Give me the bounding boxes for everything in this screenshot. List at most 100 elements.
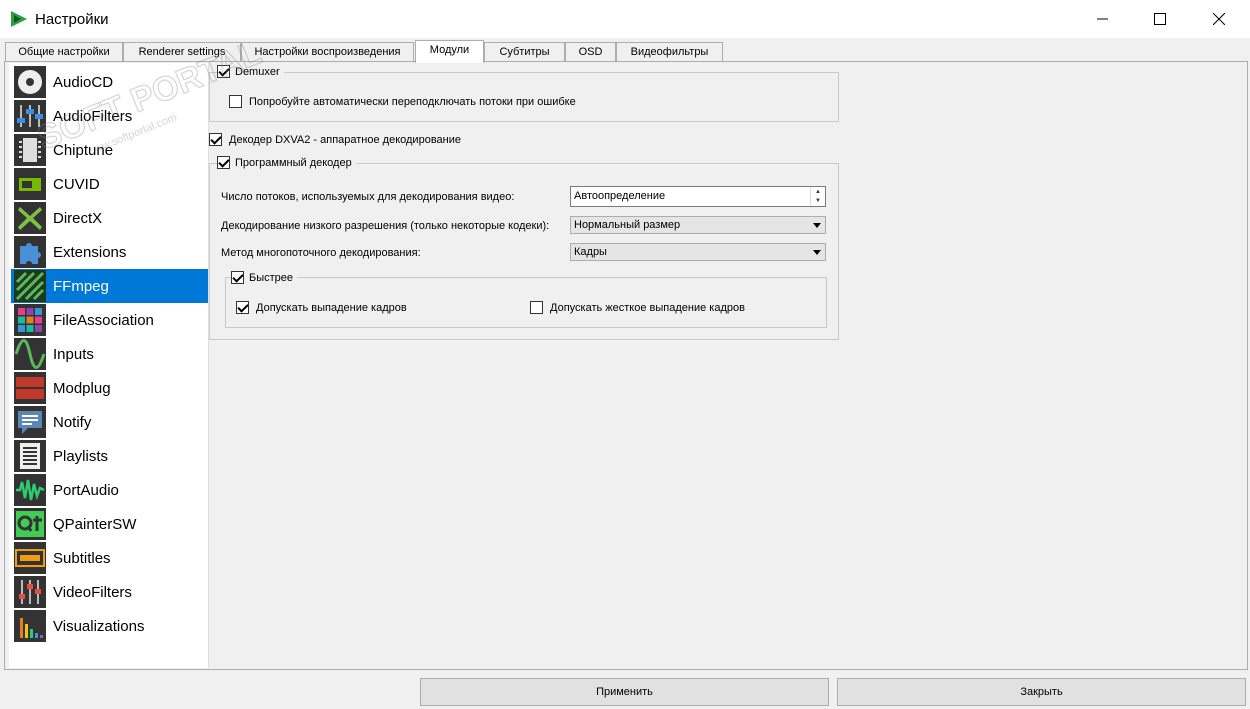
sidebar-item-notify[interactable]: Notify [11, 405, 208, 439]
sidebar-item-label: AudioCD [53, 73, 114, 91]
close-icon [1213, 13, 1225, 25]
faster-label: Быстрее [249, 271, 294, 284]
tab-renderer[interactable]: Renderer settings [123, 42, 241, 62]
sidebar-item-label: Visualizations [53, 617, 145, 635]
sidebar-item-label: CUVID [53, 175, 100, 193]
sidebar-item-label: Extensions [53, 243, 127, 261]
notify-icon [14, 406, 46, 438]
allow-hard-drop-row[interactable]: Допускать жесткое выпадение кадров [530, 301, 745, 314]
sidebar-item-chiptune[interactable]: Chiptune [11, 133, 208, 167]
auto-switch-label: Попробуйте автоматически переподключать … [249, 95, 576, 108]
sidebar-item-label: FFmpeg [53, 277, 109, 295]
apply-button[interactable]: Применить [420, 678, 829, 706]
tab-videofilters[interactable]: Видеофильтры [616, 42, 723, 62]
allow-drop-label: Допускать выпадение кадров [256, 301, 407, 314]
maximize-icon [1154, 13, 1166, 25]
portaudio-icon [14, 474, 46, 506]
auto-switch-row[interactable]: Попробуйте автоматически переподключать … [229, 95, 576, 108]
sidebar-item-cuvid[interactable]: CUVID [11, 167, 208, 201]
faster-checkbox[interactable] [231, 271, 244, 284]
sidebar-item-label: Notify [53, 413, 92, 431]
modules-list[interactable]: AudioCD AudioFilters Chiptune CUVID Dire… [9, 63, 209, 668]
lowres-combobox[interactable]: Нормальный размер [570, 216, 826, 234]
demuxer-group-title: Demuxer [217, 65, 284, 78]
fileassociation-icon [14, 304, 46, 336]
sidebar-item-label: DirectX [53, 209, 103, 227]
allow-hard-drop-checkbox[interactable] [530, 301, 543, 314]
sidebar-item-fileassociation[interactable]: FileAssociation [11, 303, 208, 337]
lowres-label: Декодирование низкого разрешения (только… [221, 220, 550, 232]
software-decoder-group-title: Программный декодер [217, 156, 356, 169]
sidebar-item-portaudio[interactable]: PortAudio [11, 473, 208, 507]
spin-up-icon[interactable]: ▲ [811, 187, 825, 196]
minimize-icon [1097, 18, 1108, 20]
playlists-icon [14, 440, 46, 472]
threads-spin-arrows[interactable]: ▲ ▼ [810, 187, 825, 206]
sidebar-item-ffmpeg[interactable]: FFmpeg [11, 269, 208, 303]
tab-subtitles[interactable]: Субтитры [484, 42, 565, 62]
window-title: Настройки [35, 11, 109, 28]
sidebar-item-audiofilters[interactable]: AudioFilters [11, 99, 208, 133]
videofilters-icon [14, 576, 46, 608]
extensions-icon [14, 236, 46, 268]
sidebar-item-inputs[interactable]: Inputs [11, 337, 208, 371]
chevron-down-icon [813, 223, 821, 228]
sidebar-item-audiocd[interactable]: AudioCD [11, 65, 208, 99]
sidebar-item-videofilters[interactable]: VideoFilters [11, 575, 208, 609]
dxva2-label: Декодер DXVA2 - аппаратное декодирование [229, 133, 461, 146]
chiptune-icon [14, 134, 46, 166]
ffmpeg-icon [14, 270, 46, 302]
demuxer-label: Demuxer [235, 65, 280, 78]
minimize-button[interactable] [1080, 0, 1126, 38]
tab-playback[interactable]: Настройки воспроизведения [241, 42, 414, 62]
sidebar-item-label: QPainterSW [53, 515, 137, 533]
sidebar-item-label: Modplug [53, 379, 111, 397]
sidebar-item-label: FileAssociation [53, 311, 154, 329]
inputs-icon [14, 338, 46, 370]
sidebar-item-label: Subtitles [53, 549, 111, 567]
close-window-button[interactable] [1196, 0, 1242, 38]
dxva2-row[interactable]: Декодер DXVA2 - аппаратное декодирование [209, 133, 461, 146]
demuxer-checkbox[interactable] [217, 65, 230, 78]
faster-group-title: Быстрее [231, 271, 298, 284]
threads-spinbox[interactable]: Автоопределение ▲ ▼ [570, 186, 826, 207]
qpaintersw-icon [14, 508, 46, 540]
method-combobox[interactable]: Кадры [570, 243, 826, 261]
sidebar-item-playlists[interactable]: Playlists [11, 439, 208, 473]
directx-icon [14, 202, 46, 234]
visualizations-icon [14, 610, 46, 642]
spin-down-icon[interactable]: ▼ [811, 196, 825, 205]
sidebar-item-label: PortAudio [53, 481, 119, 499]
sidebar-item-directx[interactable]: DirectX [11, 201, 208, 235]
dxva2-checkbox[interactable] [209, 133, 222, 146]
method-value: Кадры [574, 246, 607, 258]
lowres-value: Нормальный размер [574, 219, 681, 231]
subtitles-icon [14, 542, 46, 574]
threads-value: Автоопределение [574, 190, 666, 202]
software-decoder-label: Программный декодер [235, 156, 352, 169]
title-bar: Настройки [0, 0, 1250, 38]
sidebar-item-subtitles[interactable]: Subtitles [11, 541, 208, 575]
sidebar-item-modplug[interactable]: Modplug [11, 371, 208, 405]
audiofilters-icon [14, 100, 46, 132]
method-label: Метод многопоточного декодирования: [221, 247, 421, 259]
maximize-button[interactable] [1137, 0, 1183, 38]
allow-drop-row[interactable]: Допускать выпадение кадров [236, 301, 407, 314]
sidebar-item-qpaintersw[interactable]: QPainterSW [11, 507, 208, 541]
cuvid-icon [14, 168, 46, 200]
tab-general[interactable]: Общие настройки [5, 42, 123, 62]
auto-switch-checkbox[interactable] [229, 95, 242, 108]
sidebar-item-extensions[interactable]: Extensions [11, 235, 208, 269]
allow-hard-drop-label: Допускать жесткое выпадение кадров [550, 301, 745, 314]
software-decoder-checkbox[interactable] [217, 156, 230, 169]
close-button[interactable]: Закрыть [837, 678, 1246, 706]
tab-osd[interactable]: OSD [565, 42, 616, 62]
sidebar-item-visualizations[interactable]: Visualizations [11, 609, 208, 643]
chevron-down-icon [813, 250, 821, 255]
audiocd-icon [14, 66, 46, 98]
tab-modules[interactable]: Модули [415, 40, 484, 63]
app-logo-icon [11, 11, 27, 27]
threads-label: Число потоков, используемых для декодиро… [221, 191, 515, 203]
allow-drop-checkbox[interactable] [236, 301, 249, 314]
tab-bar: Общие настройки Renderer settings Настро… [0, 38, 1250, 63]
